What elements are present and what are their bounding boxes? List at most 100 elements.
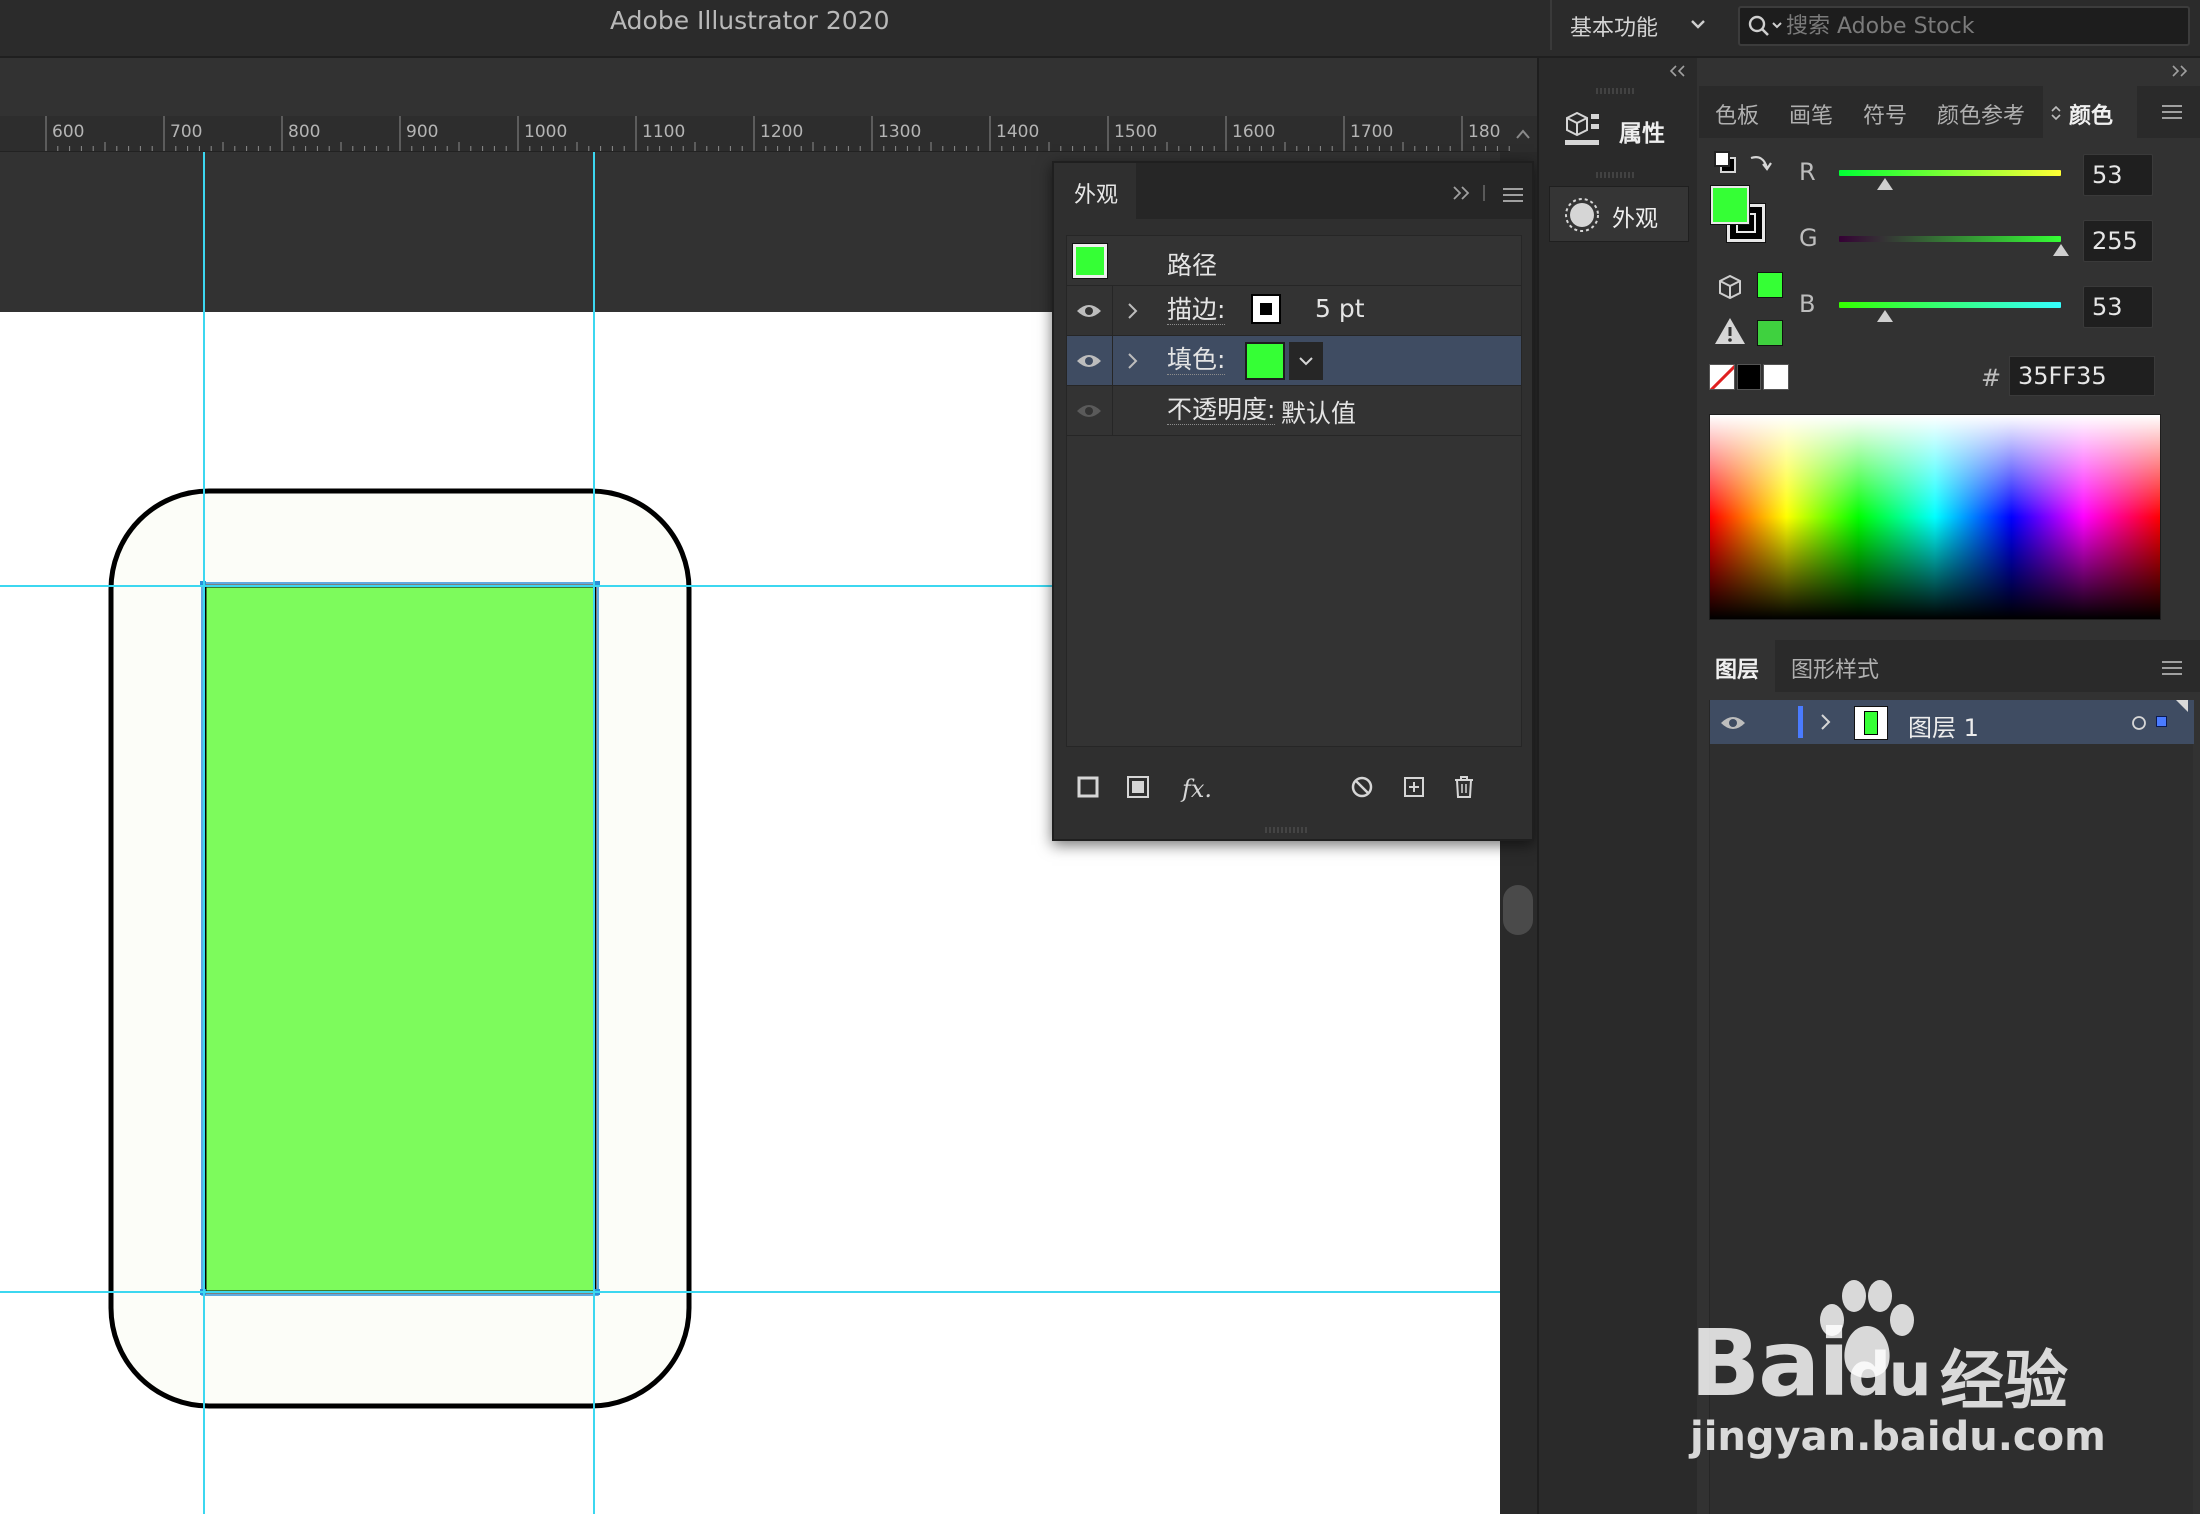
visibility-column[interactable] [1067,336,1113,386]
appearance-tab-bar: 外观 [1054,163,1532,219]
panel-menu-icon[interactable] [2161,104,2183,120]
layer-name[interactable]: 图层 1 [1908,708,1979,743]
r-slider-thumb[interactable] [1877,178,1893,190]
green-fill-rectangle[interactable] [203,584,597,1294]
appearance-row-path[interactable]: 路径 [1067,236,1521,286]
scrollbar-thumb[interactable] [1503,885,1533,935]
g-value-input[interactable]: 255 [2083,220,2153,262]
stroke-swatch[interactable] [1251,294,1281,324]
g-slider-track[interactable] [1839,236,2061,242]
sort-arrows-icon [2051,105,2061,121]
fill-swatch[interactable] [1245,342,1285,380]
workspace-switcher[interactable]: 基本功能 [1550,0,1730,50]
eye-icon[interactable] [1076,352,1102,370]
duplicate-item-icon[interactable] [1402,775,1426,799]
guide-vertical[interactable] [203,152,205,1514]
chevron-right-icon[interactable] [1125,302,1141,320]
ruler-scroll-up[interactable] [1510,116,1537,152]
appearance-row-fill[interactable]: 填色: [1067,336,1521,386]
eye-icon[interactable] [1076,402,1102,420]
collapse-panel-icon[interactable] [1452,185,1492,201]
tab-color-guide[interactable]: 颜色参考 [1937,86,2037,138]
out-of-web-color-icon[interactable] [1717,274,1743,300]
white-swatch[interactable] [1763,364,1789,390]
add-new-stroke-icon[interactable] [1076,775,1100,799]
dock-item-properties[interactable]: 属性 [1549,98,1689,162]
fill-color-swatch[interactable] [1711,186,1749,224]
appearance-panel[interactable]: 外观 路径 描边: 5 pt 填色: 不透明度: 默认值 fx. [1052,161,1534,841]
guide-vertical[interactable] [593,152,595,1514]
clear-appearance-icon[interactable] [1350,775,1374,799]
visibility-column[interactable] [1067,386,1113,436]
none-swatch[interactable] [1709,364,1735,390]
panel-resize-grip[interactable] [1264,827,1308,833]
layer-selection-indicator[interactable] [2156,716,2167,727]
opacity-value[interactable]: 默认值 [1281,394,1356,430]
b-channel-label: B [1799,290,1816,318]
tab-color-label: 颜色 [2069,104,2114,129]
eye-icon[interactable] [1720,714,1746,732]
tab-layers[interactable]: 图层 [1699,640,1775,692]
black-swatch[interactable] [1737,364,1761,390]
tab-swatches[interactable]: 色板 [1715,86,1775,138]
object-type-label: 路径 [1167,251,1218,280]
add-effect-button[interactable]: fx. [1182,775,1212,803]
g-slider-thumb[interactable] [2053,244,2069,256]
hex-value-input[interactable]: 35FF35 [2009,356,2155,396]
tab-symbols[interactable]: 符号 [1863,86,1923,138]
dock-grip[interactable] [1595,88,1635,94]
dock-properties-label: 属性 [1619,121,1665,147]
swap-fill-stroke-icon[interactable] [1747,150,1773,176]
dock-appearance-label: 外观 [1612,206,1658,232]
dock-item-appearance[interactable]: 外观 [1549,186,1689,242]
r-channel-label: R [1799,158,1816,186]
collapse-to-icons-icon[interactable] [2169,64,2191,78]
chevron-right-icon[interactable] [1125,352,1141,370]
expand-dock-icon[interactable] [1667,64,1689,78]
trash-icon[interactable] [1452,775,1476,799]
web-safe-color-swatch[interactable] [1757,272,1783,298]
r-value-input[interactable]: 53 [2083,154,2153,196]
guide-horizontal[interactable] [0,1291,1500,1293]
search-icon[interactable] [1746,13,1786,41]
chevron-right-icon[interactable] [1818,712,1834,732]
chevron-up-icon [1516,129,1530,139]
watermark-cn: 经验 [1940,1345,2068,1419]
tab-brushes[interactable]: 画笔 [1789,86,1849,138]
visibility-column[interactable] [1067,286,1113,336]
in-gamut-color-swatch[interactable] [1757,320,1783,346]
fill-label[interactable]: 填色: [1167,346,1226,375]
stock-search-input[interactable] [1786,12,2176,40]
object-swatch [1073,244,1107,278]
fill-dropdown[interactable] [1289,342,1323,380]
tab-appearance[interactable]: 外观 [1054,163,1136,219]
tab-color[interactable]: 颜色 [2043,86,2137,138]
appearance-icon [1565,198,1599,232]
color-spectrum-ramp[interactable] [1709,414,2161,620]
b-slider-track[interactable] [1839,302,2061,308]
b-value-input[interactable]: 53 [2083,286,2153,328]
stroke-weight-value[interactable]: 5 pt [1315,294,1365,323]
eye-icon[interactable] [1076,302,1102,320]
hex-hash-label: # [1981,364,2002,392]
opacity-label[interactable]: 不透明度: [1167,396,1276,425]
default-fill-stroke-icon[interactable] [1713,150,1739,176]
layer-row[interactable]: 图层 1 [1710,700,2194,744]
panel-menu-icon[interactable] [1502,187,1524,203]
appearance-row-opacity[interactable]: 不透明度: 默认值 [1067,386,1521,436]
stock-search-box[interactable] [1738,6,2190,46]
r-slider-track[interactable] [1839,170,2061,176]
dock-grip[interactable] [1595,172,1635,178]
add-new-fill-icon[interactable] [1126,775,1150,799]
layer-target-icon[interactable] [2130,714,2148,732]
stroke-label[interactable]: 描边: [1167,296,1226,325]
appearance-row-stroke[interactable]: 描边: 5 pt [1067,286,1521,336]
workspace-label: 基本功能 [1570,16,1659,41]
tab-graphic-styles[interactable]: 图形样式 [1791,640,1901,692]
baidu-jingyan-watermark: Baidu 经验 jingyan.baidu.com [1690,1280,2110,1470]
b-slider-thumb[interactable] [1877,310,1893,322]
current-layer-marker [2176,700,2188,712]
color-panel-tabs: 色板 画笔 符号 颜色参考 颜色 [1699,86,2200,138]
panel-menu-icon[interactable] [2161,660,2183,676]
out-of-gamut-warning-icon[interactable] [1713,316,1747,346]
